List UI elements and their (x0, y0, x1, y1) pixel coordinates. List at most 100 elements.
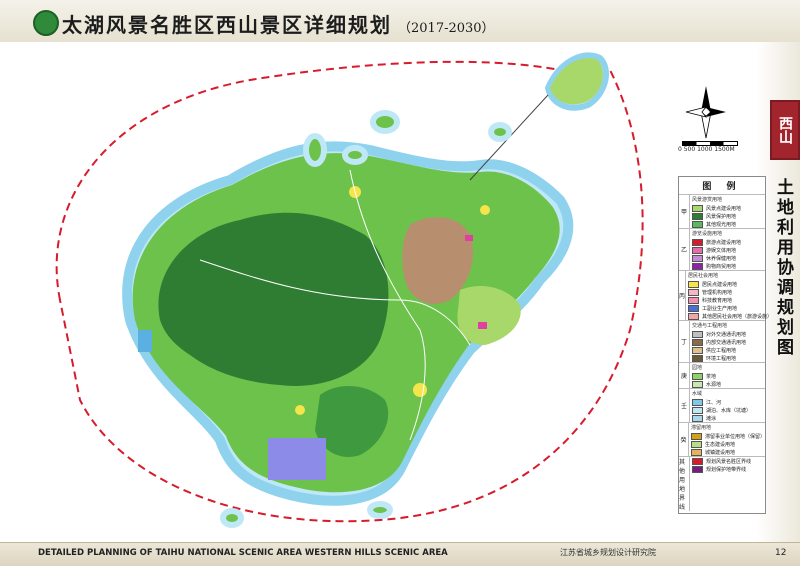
legend-item-label: 休养保健用地 (706, 255, 737, 262)
legend-item: 规划风景名胜区界线 (690, 457, 765, 465)
islet (488, 122, 512, 142)
legend-swatch (692, 246, 703, 254)
legend-group-head: 游览设施用地 (692, 231, 723, 237)
map-canvas (0, 42, 668, 542)
settlement-patch (295, 405, 305, 415)
legend-item: 江、河 (690, 398, 765, 406)
legend-group-head: 风景游赏用地 (692, 197, 723, 203)
legend-group: 丁 交通与工程用地 对外交通通讯用地 内部交通通讯用地 供应工程用地 环境工程用地 (679, 320, 765, 362)
legend-swatch (692, 338, 703, 346)
legend-item: 对外交通通讯用地 (690, 330, 765, 338)
legend-swatch (692, 346, 703, 354)
legend-swatch (692, 238, 703, 246)
legend-swatch (692, 406, 703, 414)
legend-swatch (688, 296, 700, 304)
legend-item-label: 江、河 (706, 399, 722, 406)
footer-organization: 江苏省城乡规划设计研究院 (560, 548, 656, 557)
legend-group-code: 癸 (680, 437, 687, 444)
legend-item-label: 滩涂 (706, 415, 717, 422)
legend-group-code: 丁 (680, 339, 687, 346)
legend-item-label: 风景点建设用地 (706, 205, 742, 212)
legend-item-label: 购物商贸用地 (706, 263, 737, 270)
legend: 图 例 甲风景游赏用地 风景点建设用地 风景保护用地 其他观光用地乙 游览设施用地 旅游点… (678, 176, 772, 514)
islet (342, 145, 368, 165)
islet (370, 110, 400, 134)
legend-item-label: 其他观光用地 (706, 221, 737, 228)
legend-swatch (688, 288, 700, 296)
legend-group-code: 甲 (680, 209, 687, 216)
legend-item: 风景点建设用地 (690, 204, 765, 212)
legend-item-label: 科技教育用地 (702, 297, 733, 304)
industrial-zone (268, 438, 326, 480)
legend-item: 管理机构用地 (686, 288, 772, 296)
legend-swatch (690, 440, 702, 448)
legend-item-label: 茶地 (706, 373, 717, 380)
legend-item: 城镇建设用地 (689, 448, 765, 456)
legend-item-label: 对外交通通讯用地 (706, 331, 747, 338)
legend-swatch (688, 304, 700, 312)
legend-group: 甲风景游赏用地 风景点建设用地 风景保护用地 其他观光用地 (679, 194, 765, 228)
legend-swatch (692, 354, 703, 362)
legend-group-code: 乙 (680, 247, 687, 254)
settlement-patch (413, 383, 427, 397)
legend-item-label: 规划风景名胜区界线 (706, 458, 752, 465)
legend-group-head: 园地 (692, 365, 703, 371)
legend-item: 滩涂 (690, 414, 765, 422)
legend-item: 旅游点建设用地 (690, 238, 765, 246)
legend-group-code: 其他用地界线 (679, 459, 686, 511)
legend-swatch (688, 312, 700, 320)
legend-item: 其他居民社会用地（旅游设施） (686, 312, 772, 320)
footer-english-title: DETAILED PLANNING OF TAIHU NATIONAL SCEN… (38, 548, 448, 558)
legend-item-label: 滞留事业单位用地（保留） (704, 433, 765, 440)
legend-group-head: 居民社会用地 (688, 273, 719, 279)
legend-swatch (690, 448, 702, 456)
legend-item-label: 生态建设用地 (704, 441, 735, 448)
legend-item-label: 管理机构用地 (702, 289, 733, 296)
tourism-point (465, 235, 473, 241)
legend-item-label: 其他居民社会用地（旅游设施） (702, 313, 773, 320)
legend-group: 丙居民社会用地 居民点建设用地 管理机构用地 科技教育用地 工副业生产用地 其他居民社会用… (679, 270, 772, 320)
scenic-area-logo-icon (33, 10, 59, 36)
legend-swatch (692, 372, 703, 380)
legend-body: 甲风景游赏用地 风景点建设用地 风景保护用地 其他观光用地乙 游览设施用地 旅游点建设用地… (679, 194, 772, 511)
legend-group: 癸滞留用地滞留事业单位用地（保留） 生态建设用地 城镇建设用地 (679, 422, 765, 456)
legend-group-code: 壬 (680, 403, 687, 410)
legend-item: 游娱文体用地 (690, 246, 765, 254)
legend-group: 壬水域 江、河 湖泊、水库（坑塘） 滩涂 (679, 388, 765, 422)
legend-group-head: 滞留用地 (690, 425, 711, 431)
legend-swatch (692, 254, 703, 262)
legend-item-label: 环境工程用地 (706, 355, 737, 362)
north-arrow-icon (685, 86, 726, 139)
legend-item: 环境工程用地 (690, 354, 765, 362)
legend-item: 居民点建设用地 (686, 280, 772, 288)
area-tag: 西山 (770, 100, 800, 160)
legend-item-label: 居民点建设用地 (702, 281, 738, 288)
reservoir (138, 330, 152, 352)
legend-item-label: 规划保护地带界线 (706, 466, 747, 473)
islet (303, 133, 327, 167)
tourism-point (478, 322, 487, 329)
legend-swatch (690, 432, 702, 440)
legend-swatch (692, 457, 703, 465)
legend-item: 滞留事业单位用地（保留） (689, 432, 765, 440)
islet (367, 501, 393, 519)
header-bar: 太湖风景名胜区西山景区详细规划 （2017-2030） (0, 0, 800, 43)
legend-title: 图 例 (702, 182, 742, 192)
legend-item: 生态建设用地 (689, 440, 765, 448)
legend-item: 科技教育用地 (686, 296, 772, 304)
legend-item: 茶地 (690, 372, 765, 380)
legend-item: 购物商贸用地 (690, 262, 765, 270)
legend-group-head: 水域 (692, 391, 703, 397)
legend-item-label: 工副业生产用地 (702, 305, 738, 312)
title-year: （2017-2030） (398, 21, 495, 36)
legend-item: 工副业生产用地 (686, 304, 772, 312)
legend-item: 供应工程用地 (690, 346, 765, 354)
land-use-map (0, 42, 668, 542)
map-title-vertical: 土地利用协调规划图 (773, 178, 793, 358)
legend-item: 其他观光用地 (690, 220, 765, 228)
legend-group: 其他用地界线 规划风景名胜区界线 规划保护地带界线 (679, 456, 765, 511)
legend-item-label: 城镇建设用地 (704, 449, 735, 456)
legend-swatch (692, 398, 703, 406)
title-text: 太湖风景名胜区西山景区详细规划 (62, 13, 392, 37)
legend-swatch (692, 204, 703, 212)
